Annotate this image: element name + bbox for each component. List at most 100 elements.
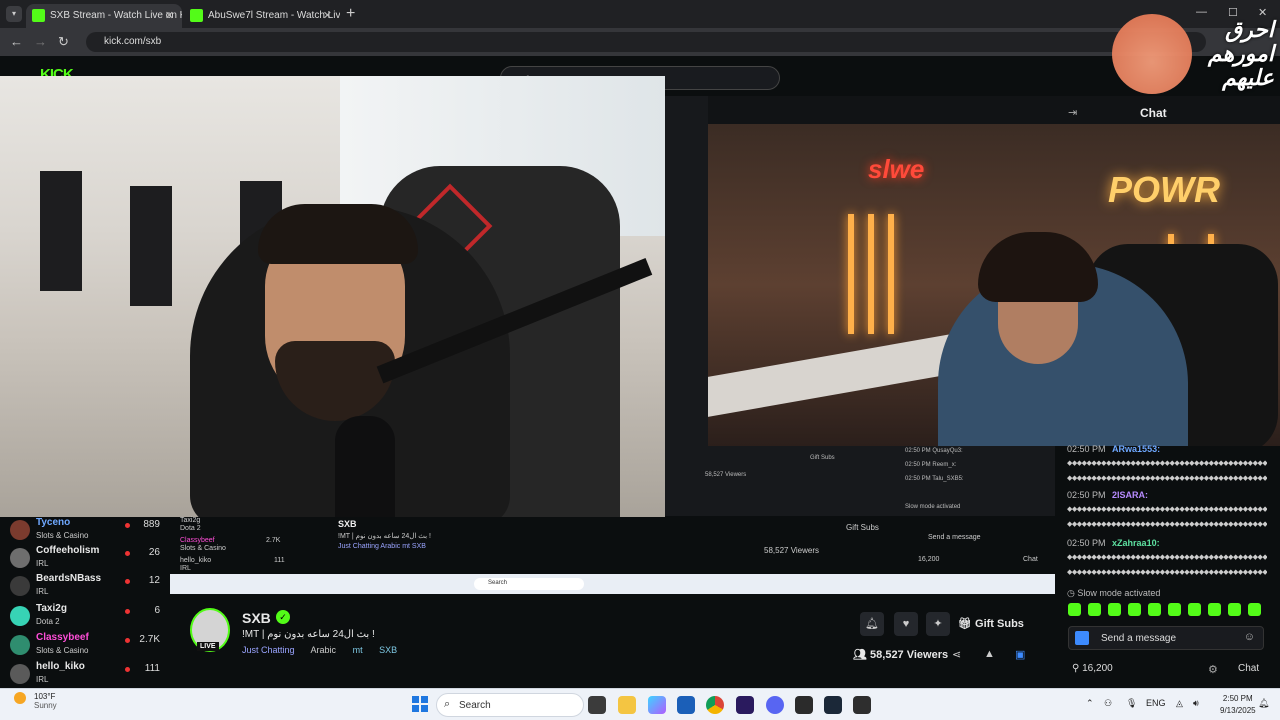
share-icon[interactable]: ⋖ <box>952 648 961 661</box>
back-arrow-icon[interactable]: ← <box>10 34 23 49</box>
points-value: 16,200 <box>1082 663 1113 674</box>
streamer-hair <box>258 204 418 264</box>
tag-language[interactable]: Arabic <box>311 645 337 655</box>
inner-points: 16,200 <box>918 556 940 563</box>
close-tab-icon[interactable]: ✕ <box>323 9 332 22</box>
collapse-chat-icon[interactable]: ⇥ <box>1068 106 1077 119</box>
close-tab-icon[interactable]: ✕ <box>165 9 174 22</box>
mini-chat-user: Reem_x: <box>932 462 957 468</box>
chat-text: ◆◆◆◆◆◆◆◆◆◆◆◆◆◆◆◆◆◆◆◆◆◆◆◆◆◆◆◆◆◆◆◆◆◆◆◆◆◆◆◆… <box>1067 569 1267 576</box>
tag-category[interactable]: Just Chatting <box>242 645 295 655</box>
next-app-icon[interactable] <box>736 696 754 714</box>
language-indicator[interactable]: ENG <box>1146 698 1166 708</box>
emote-icon[interactable] <box>1208 603 1221 616</box>
emote-icon[interactable] <box>1088 603 1101 616</box>
mic-icon[interactable]: 🎙︎ <box>1126 698 1137 709</box>
avatar <box>10 548 30 568</box>
notification-icon[interactable]: 🔔︎ <box>1258 698 1269 709</box>
tab-sxb[interactable]: SXB Stream - Watch Live on Kick ✕ <box>26 4 182 28</box>
chrome-icon[interactable] <box>706 696 724 714</box>
notification-bell-icon[interactable]: 🔔︎ <box>860 612 884 636</box>
send-message-input[interactable]: Send a message ☺ <box>1068 626 1264 650</box>
report-icon[interactable]: ▲ <box>984 648 995 660</box>
inner-screen-info: Taxi2g Dota 2 Classybeef Slots & Casino … <box>170 517 1055 574</box>
tag-sxb[interactable]: SXB <box>379 645 397 655</box>
address-bar-row: ← → ↻ kick.com/sxb <box>0 28 1280 56</box>
taskbar-search-label: Search <box>459 700 491 711</box>
reload-icon[interactable]: ↻ <box>58 34 69 50</box>
app-icon[interactable] <box>795 696 813 714</box>
live-badge: LIVE <box>197 642 219 651</box>
emote-icon[interactable] <box>1068 603 1081 616</box>
emote-icon[interactable] <box>1228 603 1241 616</box>
emote-icon[interactable] <box>1108 603 1121 616</box>
stream-title: !MT | بث ال24 ساعه بدون نوم ! <box>242 629 375 640</box>
channel-points[interactable]: ⚲ 16,200 <box>1072 663 1113 674</box>
gift-subs-label: Gift Subs <box>975 618 1024 630</box>
file-explorer-icon[interactable] <box>618 696 636 714</box>
chat-username[interactable]: 2ISARA: <box>1112 490 1148 500</box>
theatre-mode-icon[interactable]: ▣ <box>1015 648 1025 661</box>
inner-sidebar-name: Classybeef <box>180 537 215 544</box>
sidebar-item-hello-kiko[interactable]: hello_kiko IRL 111 <box>10 661 166 689</box>
inner-taskbar-search: Search <box>474 578 584 590</box>
chat-settings-gear-icon[interactable]: ⚙ <box>1208 663 1218 676</box>
sidebar-item-category: IRL <box>36 587 49 596</box>
subscribe-star-icon[interactable]: ✦ <box>926 612 950 636</box>
inner-sidebar-name: Taxi2g <box>180 517 201 524</box>
terminal-icon[interactable] <box>853 696 871 714</box>
taskbar-clock[interactable]: 2:50 PM 9/13/2025 <box>1220 693 1256 717</box>
url-field[interactable]: kick.com/sxb <box>86 32 1206 52</box>
forward-arrow-icon[interactable]: → <box>34 34 47 49</box>
inner-sidebar-category: IRL <box>180 565 191 572</box>
discord-icon[interactable] <box>766 696 784 714</box>
wifi-icon[interactable]: ◬ <box>1176 698 1183 709</box>
emote-icon[interactable] <box>1248 603 1261 616</box>
inner-screen-chat: 02:50 PM QusayQu3: 02:50 PM Reem_x: 02:5… <box>665 446 1055 516</box>
chat-time: 02:50 PM <box>1067 538 1106 548</box>
video-player-sxb[interactable] <box>0 76 665 517</box>
chat-button[interactable]: Chat <box>1238 663 1259 674</box>
tab-abuswe7l[interactable]: AbuSwe7l Stream - Watch Live ✕ <box>184 4 340 28</box>
kick-chat-icon <box>1075 631 1089 645</box>
live-dot-icon <box>125 638 130 643</box>
chat-header: Chat <box>1140 106 1167 120</box>
sidebar-item-taxi2g[interactable]: Taxi2g Dota 2 6 <box>10 603 166 631</box>
inner-sidebar-category: Dota 2 <box>180 525 201 532</box>
chat-username[interactable]: xZahraa10: <box>1112 538 1160 548</box>
chat-username[interactable]: ARwa1553: <box>1112 444 1160 454</box>
follow-heart-icon[interactable]: ♥ <box>894 612 918 636</box>
steam-icon[interactable] <box>824 696 842 714</box>
chat-message: 02:50 PM ARwa1553: <box>1067 444 1160 454</box>
taskbar-search[interactable]: ⌕ Search <box>436 693 584 717</box>
gift-subs-button[interactable]: 🎁︎ Gift Subs <box>958 612 1024 636</box>
task-view-icon[interactable] <box>588 696 606 714</box>
tag-mt[interactable]: mt <box>353 645 363 655</box>
emote-icon[interactable] <box>1168 603 1181 616</box>
tray-overflow-icon[interactable]: ⌃ <box>1086 698 1094 709</box>
avatar <box>10 606 30 626</box>
sidebar-item-coffeeholism[interactable]: Coffeeholism IRL 26 <box>10 545 166 573</box>
emoji-icon[interactable]: ☺ <box>1244 631 1255 643</box>
sidebar-item-tyceno[interactable]: Tyceno Slots & Casino 889 <box>10 517 166 545</box>
sidebar-item-beardsnbass[interactable]: BeardsNBass IRL 12 <box>10 573 166 601</box>
video-player-second-stream[interactable]: slwe POWR <box>708 124 1280 446</box>
tab-list-chevron-icon[interactable]: ▾ <box>6 6 22 22</box>
new-tab-icon[interactable]: + <box>346 5 355 23</box>
sidebar-item-classybeef[interactable]: Classybeef Slots & Casino 2.7K <box>10 632 166 660</box>
network-icon[interactable]: ⚇ <box>1104 698 1112 709</box>
weather-desc: Sunny <box>34 701 57 710</box>
windows-start-icon[interactable] <box>412 696 428 712</box>
mini-viewers: 58,527 Viewers <box>705 472 747 478</box>
emote-icon[interactable] <box>1188 603 1201 616</box>
weather-widget[interactable]: 103°F Sunny <box>14 692 57 710</box>
store-icon[interactable] <box>677 696 695 714</box>
channel-name[interactable]: SXB <box>242 610 271 626</box>
volume-icon[interactable]: 🔊︎ <box>1193 698 1199 709</box>
copilot-icon[interactable] <box>648 696 666 714</box>
verified-check-icon: ✓ <box>276 610 290 624</box>
chat-text: ◆◆◆◆◆◆◆◆◆◆◆◆◆◆◆◆◆◆◆◆◆◆◆◆◆◆◆◆◆◆◆◆◆◆◆◆◆◆◆◆… <box>1067 460 1267 467</box>
emote-icon[interactable] <box>1128 603 1141 616</box>
sun-icon <box>14 692 26 704</box>
emote-icon[interactable] <box>1148 603 1161 616</box>
